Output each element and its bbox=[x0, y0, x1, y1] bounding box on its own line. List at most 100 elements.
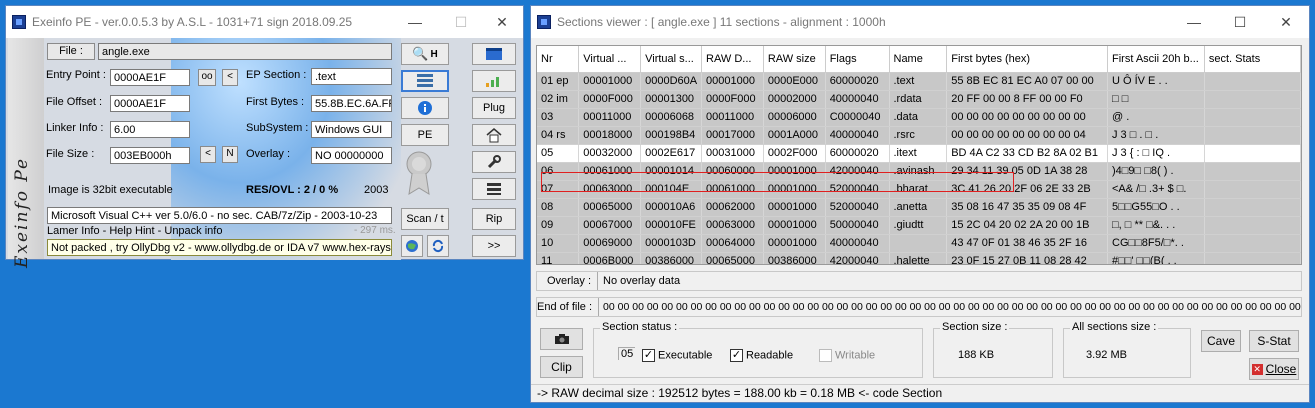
close-icon[interactable]: ✕ bbox=[479, 6, 525, 38]
search-h-button[interactable]: 🔍 H bbox=[401, 43, 449, 65]
overlay-field[interactable]: NO 00000000 bbox=[311, 147, 392, 164]
table-cell: 05 bbox=[537, 144, 580, 163]
lamer-info-text[interactable]: Lamer Info - Help Hint - Unpack info bbox=[47, 225, 222, 237]
cave-button[interactable]: Cave bbox=[1201, 330, 1241, 352]
plug-button[interactable]: Plug bbox=[472, 97, 516, 119]
column-header[interactable]: RAW D... bbox=[701, 46, 764, 73]
scan-button[interactable]: Scan / t bbox=[401, 208, 449, 230]
table-cell: 60000020 bbox=[825, 144, 890, 163]
table-cell: 00063000 bbox=[701, 216, 764, 235]
table-cell: 000010A6 bbox=[640, 198, 703, 217]
rip-button[interactable]: Rip bbox=[472, 208, 516, 230]
file-offset-field[interactable]: 0000AE1F bbox=[110, 95, 190, 112]
table-cell: 42000040 bbox=[825, 162, 890, 181]
minimize-icon[interactable]: — bbox=[1171, 6, 1217, 38]
column-header[interactable]: First bytes (hex) bbox=[946, 46, 1108, 73]
table-cell: 00386000 bbox=[640, 252, 703, 264]
table-row[interactable]: 05 00032000 0002E617 00031000 0002F000 600000… bbox=[537, 144, 1301, 163]
close-icon[interactable]: ✕ bbox=[1263, 6, 1309, 38]
file-button[interactable]: File : bbox=[47, 43, 95, 60]
res-ovl-text: RES/OVL : 2 / 0 % bbox=[246, 184, 339, 196]
entry-point-field[interactable]: 0000AE1F bbox=[110, 69, 190, 86]
column-header[interactable]: Virtual s... bbox=[640, 46, 703, 73]
web-button[interactable] bbox=[401, 235, 423, 257]
s-stat-button[interactable]: S-Stat bbox=[1249, 330, 1299, 352]
close-button[interactable]: ✕ Close bbox=[1249, 358, 1299, 380]
file-size-field[interactable]: 003EB000h bbox=[110, 147, 190, 164]
column-header[interactable]: First Ascii 20h b... bbox=[1107, 46, 1205, 73]
sections-body: Nr Virtual ... Virtual s... RAW D... RAW siz… bbox=[531, 38, 1309, 402]
overlay-label: Overlay : bbox=[547, 275, 592, 287]
column-header[interactable]: Name bbox=[889, 46, 948, 73]
table-cell: 00001000 bbox=[578, 72, 642, 91]
file-name-field[interactable]: angle.exe bbox=[98, 43, 392, 60]
prev-button[interactable]: < bbox=[222, 69, 238, 86]
table-cell: 0006B000 bbox=[578, 252, 642, 264]
table-cell: 000104E bbox=[640, 180, 703, 199]
camera-button[interactable] bbox=[540, 328, 583, 350]
table-cell: □ □ bbox=[1107, 90, 1205, 109]
info-button[interactable] bbox=[401, 97, 449, 119]
table-row[interactable]: 09 00067000 000010FE 00063000 00001000 500000… bbox=[537, 216, 1301, 235]
home-button[interactable] bbox=[472, 124, 516, 146]
table-cell bbox=[1204, 162, 1301, 181]
table-cell: 00001000 bbox=[701, 72, 764, 91]
tools-button[interactable] bbox=[472, 151, 516, 173]
table-row[interactable]: 11 0006B000 00386000 00065000 00386000 420000… bbox=[537, 252, 1301, 264]
ep-section-field[interactable]: .text bbox=[311, 68, 392, 85]
hint-field[interactable]: Not packed , try OllyDbg v2 - www.ollydb… bbox=[47, 239, 392, 256]
table-row[interactable]: 03 00011000 00006068 00011000 00006000 C00000… bbox=[537, 108, 1301, 127]
detection-field[interactable]: Microsoft Visual C++ ver 5.0/6.0 - no se… bbox=[47, 207, 392, 224]
readable-checkbox[interactable]: ✓ Readable bbox=[730, 349, 793, 362]
linker-info-field[interactable]: 6.00 bbox=[110, 121, 190, 138]
pe-button[interactable]: PE bbox=[401, 124, 449, 146]
size-prev-button[interactable]: < bbox=[200, 146, 216, 163]
sections-button[interactable] bbox=[401, 70, 449, 92]
table-row[interactable]: 10 00069000 0000103D 00064000 00001000 400000… bbox=[537, 234, 1301, 253]
size-n-button[interactable]: N bbox=[222, 146, 238, 163]
subsystem-field[interactable]: Windows GUI bbox=[311, 121, 392, 138]
executable-checkbox[interactable]: ✓ Executable bbox=[642, 349, 712, 362]
wrench-icon bbox=[487, 155, 501, 169]
table-cell: 00065000 bbox=[578, 198, 642, 217]
maximize-icon[interactable]: ☐ bbox=[1217, 6, 1263, 38]
column-header[interactable]: Nr bbox=[537, 46, 580, 73]
column-header[interactable]: Flags bbox=[825, 46, 890, 73]
table-cell: 01 ep bbox=[537, 72, 580, 91]
table-row[interactable]: 04 rs 00018000 000198B4 00017000 0001A000 400… bbox=[537, 126, 1301, 145]
table-cell: 40000040 bbox=[825, 234, 890, 253]
table-cell: .avinash bbox=[889, 162, 948, 181]
refresh-button[interactable] bbox=[427, 235, 449, 257]
table-cell: 00001000 bbox=[763, 162, 826, 181]
writable-checkbox[interactable]: Writable bbox=[819, 349, 875, 362]
table-cell: 00032000 bbox=[578, 144, 642, 163]
first-bytes-field[interactable]: 55.8B.EC.6A.FF bbox=[311, 95, 392, 112]
stats-button[interactable] bbox=[472, 70, 516, 92]
sections-title: Sections viewer : [ angle.exe ] 11 secti… bbox=[557, 15, 886, 29]
column-header[interactable]: Virtual ... bbox=[578, 46, 642, 73]
exeinfo-titlebar[interactable]: Exeinfo PE - ver.0.0.5.3 by A.S.L - 1031… bbox=[6, 6, 523, 38]
all-sections-size-title: All sections size : bbox=[1070, 321, 1159, 333]
list-button[interactable] bbox=[472, 178, 516, 200]
table-row[interactable]: 01 ep 00001000 0000D60A 00001000 0000E000 600… bbox=[537, 72, 1301, 91]
table-row[interactable]: 06 00061000 00001014 00060000 00001000 420000… bbox=[537, 162, 1301, 181]
table-cell: 00006068 bbox=[640, 108, 703, 127]
table-cell: BD 4A C2 33 CD B2 8A 02 B1 bbox=[946, 144, 1108, 163]
folder-button[interactable] bbox=[472, 43, 516, 65]
table-cell: 08 bbox=[537, 198, 580, 217]
table-row[interactable]: 02 im 0000F000 00001300 0000F000 00002000 400… bbox=[537, 90, 1301, 109]
table-row[interactable]: 07 00063000 000104E 00061000 00001000 5200004… bbox=[537, 180, 1301, 199]
sections-titlebar[interactable]: Sections viewer : [ angle.exe ] 11 secti… bbox=[531, 6, 1309, 38]
column-header[interactable]: RAW size bbox=[763, 46, 826, 73]
column-header[interactable]: sect. Stats bbox=[1204, 46, 1301, 73]
oo-button[interactable]: oo bbox=[198, 69, 216, 86]
clip-button[interactable]: Clip bbox=[540, 356, 583, 378]
search-icon: 🔍 bbox=[412, 46, 429, 61]
sections-table[interactable]: Nr Virtual ... Virtual s... RAW D... RAW siz… bbox=[536, 45, 1302, 265]
table-cell: 15 2C 04 20 02 2A 20 00 1B bbox=[946, 216, 1108, 235]
list-icon bbox=[487, 183, 501, 195]
table-row[interactable]: 08 00065000 000010A6 00062000 00001000 520000… bbox=[537, 198, 1301, 217]
next-button[interactable]: >> bbox=[472, 235, 516, 257]
first-bytes-label: First Bytes : bbox=[246, 96, 305, 108]
minimize-icon[interactable]: — bbox=[392, 6, 438, 38]
